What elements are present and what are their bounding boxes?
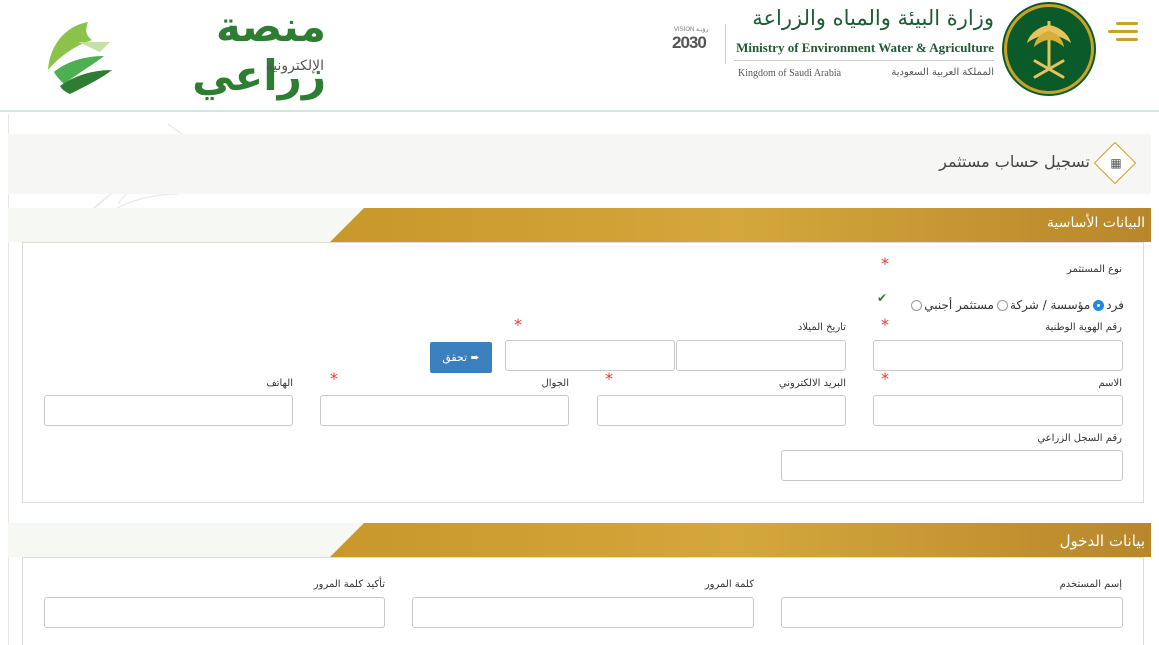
radio-company-label: مؤسسة / شركة (1009, 298, 1091, 312)
phone-input[interactable] (44, 395, 293, 426)
mobile-label: الجوال (541, 378, 570, 389)
radio-individual[interactable]: فرد (1093, 298, 1124, 312)
login-arrow-icon: ➨ (470, 351, 480, 364)
required-asterisk: * (514, 315, 522, 334)
required-asterisk: * (605, 369, 613, 388)
verify-button-label: تحقق (442, 351, 468, 364)
radio-company[interactable]: مؤسسة / شركة (996, 298, 1091, 312)
login-section-header: بيانات الدخول (330, 523, 1151, 557)
phone-label: الهاتف (266, 378, 293, 389)
ministry-name-en: Ministry of Environment Water & Agricult… (736, 40, 994, 55)
name-label: الاسم (1098, 378, 1122, 389)
required-asterisk: * (881, 369, 889, 388)
email-label: البريد الالكتروني (778, 378, 846, 389)
required-asterisk: * (881, 315, 889, 334)
birth-date-label: تاريخ الميلاد (797, 322, 846, 333)
username-input[interactable] (781, 597, 1123, 628)
brand-subtitle: الإلكترونية (265, 58, 324, 74)
radio-unselected-icon[interactable] (996, 299, 1008, 311)
radio-foreign-label: مستثمر أجنبي (924, 298, 994, 312)
radio-individual-label: فرد (1106, 298, 1124, 312)
radio-foreign-investor[interactable]: مستثمر أجنبي (911, 298, 994, 312)
confirm-password-input[interactable] (44, 597, 385, 628)
kingdom-name-ar: المملكة العربية السعودية (891, 67, 994, 78)
verify-button[interactable]: ➨ تحقق (430, 342, 492, 373)
ministry-divider (734, 60, 994, 61)
agri-registry-input[interactable] (781, 450, 1123, 481)
page-title: تسجيل حساب مستثمر (939, 152, 1090, 171)
birth-date-month-input[interactable] (505, 340, 675, 371)
vision-label: VISION رؤيـة (674, 27, 709, 33)
vision-year: 2030 (672, 33, 707, 52)
radio-unselected-icon[interactable] (911, 299, 923, 311)
investor-type-label: نوع المستثمر (1067, 264, 1122, 275)
ministry-name-ar: وزارة البيئة والمياه والزراعة (752, 6, 994, 30)
site-header: وزارة البيئة والمياه والزراعة Ministry o… (0, 0, 1159, 112)
name-input[interactable] (873, 395, 1123, 426)
password-input[interactable] (412, 597, 754, 628)
basic-section-header: البيانات الأساسية (330, 208, 1151, 242)
login-section-title: بيانات الدخول (1059, 532, 1145, 550)
hamburger-icon[interactable] (1108, 22, 1138, 44)
basic-section-title: البيانات الأساسية (1047, 215, 1145, 231)
national-id-label: رقم الهوية الوطنية (1045, 322, 1122, 333)
required-asterisk: * (330, 369, 338, 388)
national-id-input[interactable] (873, 340, 1123, 371)
brand-title: منصة زراعي (192, 2, 326, 100)
email-input[interactable] (597, 395, 846, 426)
document-icon: ▦ (1110, 156, 1122, 170)
radio-selected-icon[interactable] (1093, 299, 1105, 311)
password-label: كلمة المرور (704, 579, 754, 590)
agri-registry-label: رقم السجل الزراعي (1037, 433, 1122, 444)
kingdom-name-en: Kingdom of Saudi Arabia (738, 68, 842, 79)
vision-2030-logo: VISION رؤيـة 2030 (670, 24, 726, 64)
investor-type-radio-group: فرد مؤسسة / شركة مستثمر أجنبي (860, 296, 1124, 314)
mobile-input[interactable] (320, 395, 569, 426)
saudi-emblem-logo (1004, 4, 1094, 94)
birth-date-day-input[interactable] (676, 340, 846, 371)
confirm-password-label: تأكيد كلمة المرور (313, 579, 385, 590)
username-label: إسم المستخدم (1059, 579, 1122, 590)
required-asterisk: * (881, 254, 889, 273)
